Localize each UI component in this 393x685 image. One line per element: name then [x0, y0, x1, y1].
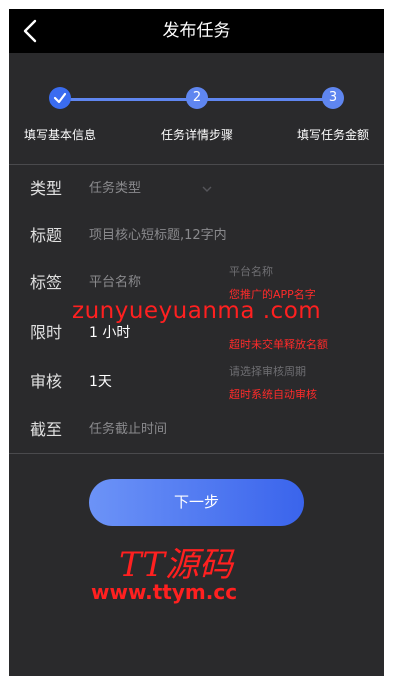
watermark-brand: TT源码 — [119, 545, 233, 585]
type-select[interactable]: 任务类型 — [89, 166, 141, 212]
app-screen: 发布任务 2 3 填写基本信息 任务详情步骤 填写任务金额 类型 任务类型 标题… — [9, 9, 384, 676]
step-2-label: 任务详情步骤 — [161, 128, 234, 142]
watermark-site: zunyueyuanma .com — [72, 298, 322, 324]
review-select[interactable]: 1天 — [89, 359, 112, 405]
divider — [9, 164, 384, 165]
title-field[interactable]: 标题 项目核心短标题,12字内 — [9, 213, 384, 259]
title-input[interactable]: 项目核心短标题,12字内 — [89, 213, 227, 259]
review-label: 审核 — [30, 372, 63, 391]
header-bar: 发布任务 — [9, 9, 384, 53]
title-label: 标题 — [30, 226, 63, 245]
review-note: 超时系统自动审核 — [229, 388, 317, 401]
time-limit-note: 超时未交单释放名额 — [229, 338, 328, 351]
type-label: 类型 — [30, 179, 63, 198]
deadline-label: 截至 — [30, 420, 63, 439]
deadline-field[interactable]: 截至 任务截止时间 — [9, 407, 384, 453]
review-field[interactable]: 审核 1天 — [9, 359, 384, 405]
step-progress: 2 3 填写基本信息 任务详情步骤 填写任务金额 — [9, 53, 384, 163]
page-title: 发布任务 — [162, 21, 231, 41]
step-2-number: 2 — [186, 87, 208, 109]
tag-label: 标签 — [30, 273, 63, 292]
deadline-input[interactable]: 任务截止时间 — [89, 407, 167, 453]
next-step-button[interactable]: 下一步 — [89, 479, 304, 526]
step-1-check-icon — [49, 87, 71, 109]
watermark-url: www.ttym.cc — [91, 580, 238, 604]
step-1-label: 填写基本信息 — [24, 128, 97, 142]
type-field[interactable]: 类型 任务类型 — [9, 166, 384, 212]
divider — [9, 453, 384, 454]
step-3-number: 3 — [322, 87, 344, 109]
platform-name-hint: 平台名称 — [229, 265, 273, 278]
step-3-label: 填写任务金额 — [297, 128, 370, 142]
chevron-down-icon — [202, 186, 212, 192]
time-limit-label: 限时 — [30, 323, 63, 342]
review-cycle-hint: 请选择审核周期 — [229, 365, 306, 378]
